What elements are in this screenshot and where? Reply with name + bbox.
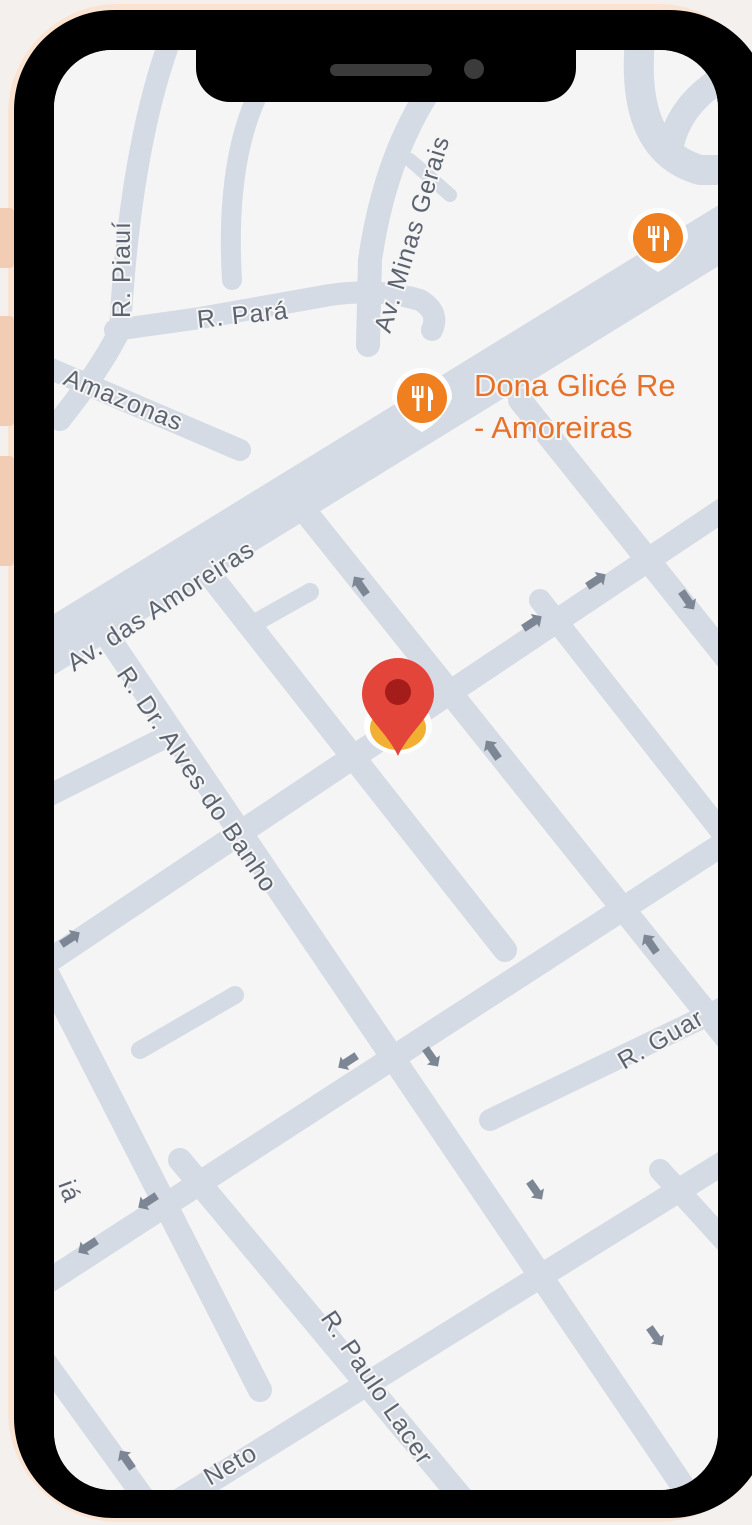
volume-up-button	[0, 316, 14, 426]
poi-label-line2[interactable]: - Amoreiras	[472, 408, 634, 447]
phone-notch	[196, 44, 576, 102]
street-label-piaui: R. Piauí	[108, 221, 136, 318]
speaker-grille	[330, 64, 432, 76]
poi-label-line1[interactable]: Dona Glicé Re	[472, 366, 678, 405]
map-screen[interactable]: R. Piauí R. Pará Av. Minas Gerais Amazon…	[54, 50, 718, 1490]
side-button	[0, 208, 14, 268]
map-background	[54, 50, 718, 1490]
volume-down-button	[0, 456, 14, 566]
location-pin[interactable]	[362, 658, 434, 756]
map-canvas[interactable]: R. Piauí R. Pará Av. Minas Gerais Amazon…	[54, 50, 718, 1490]
front-camera	[464, 59, 484, 79]
pin-center-dot	[385, 679, 411, 705]
